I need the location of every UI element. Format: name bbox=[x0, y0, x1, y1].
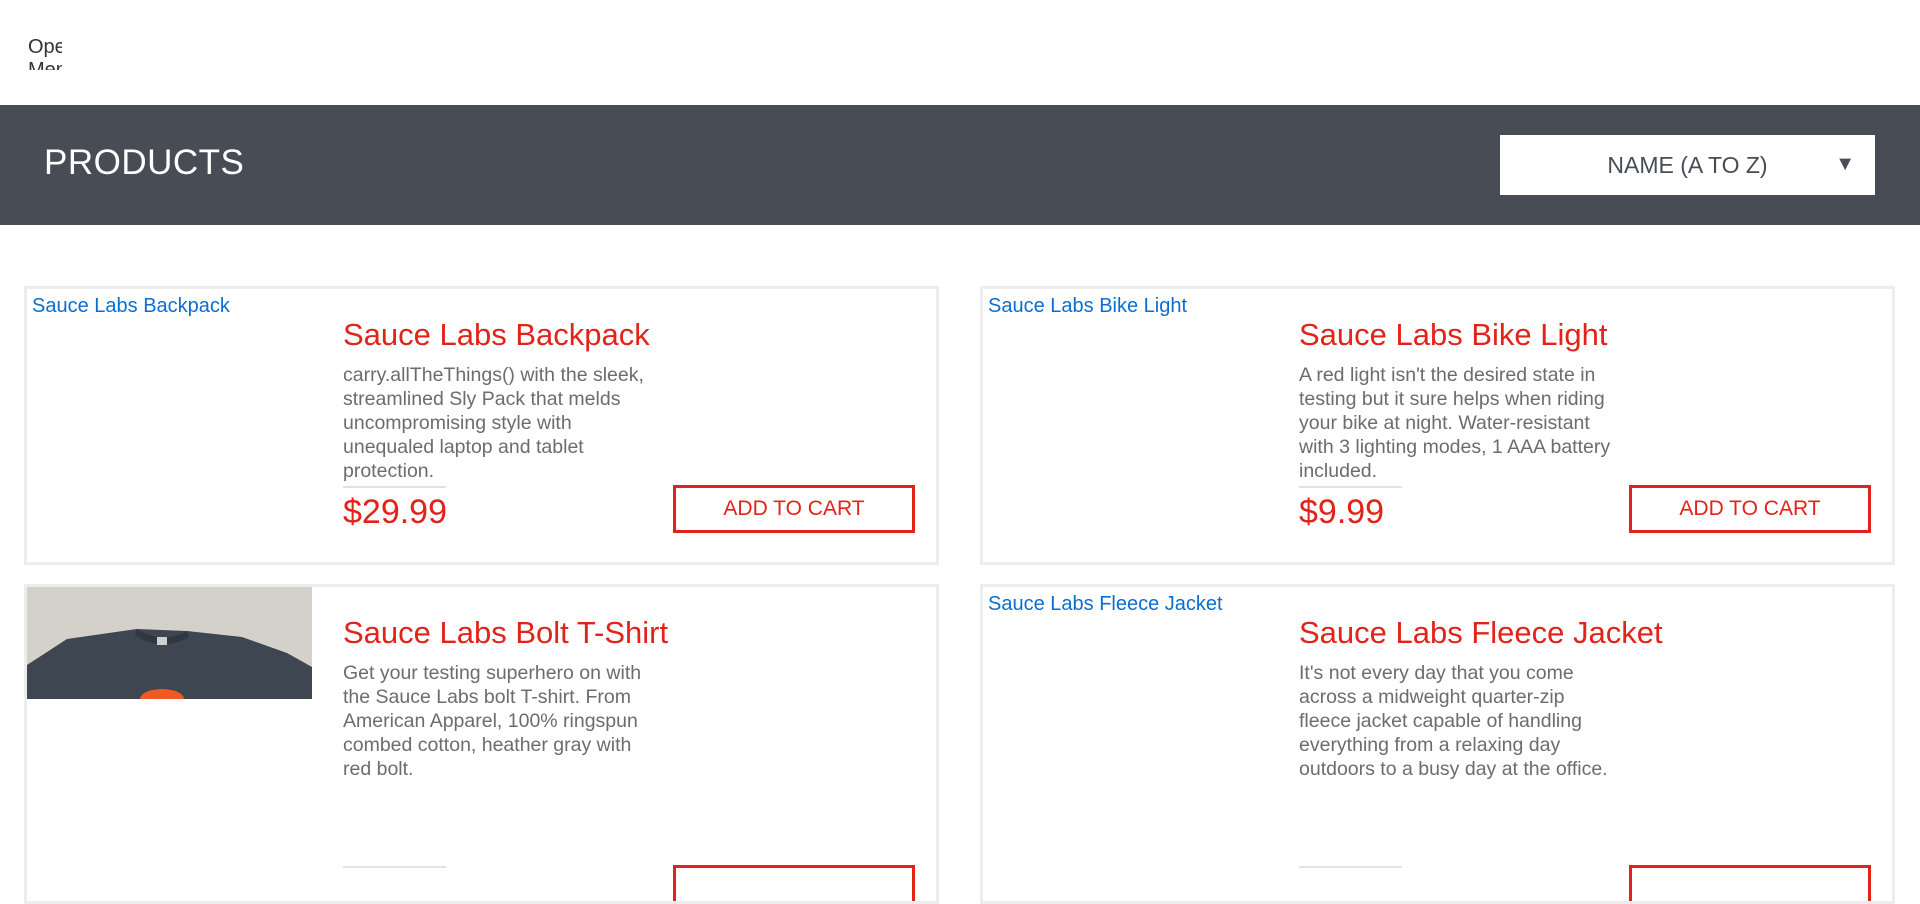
product-card: Sauce Labs Fleece Jacket Sauce Labs Flee… bbox=[980, 584, 1895, 904]
sort-selected-value: NAME (A TO Z) bbox=[1607, 152, 1768, 178]
products-header: PRODUCTS NAME (A TO Z) ▼ bbox=[0, 105, 1920, 225]
open-menu-button[interactable]: Open Menu bbox=[28, 36, 62, 70]
price-divider bbox=[343, 486, 446, 488]
product-description: carry.allTheThings() with the sleek, str… bbox=[343, 364, 644, 482]
top-bar: Open Menu bbox=[0, 0, 1920, 105]
product-description: A red light isn't the desired state in t… bbox=[1299, 364, 1611, 482]
product-name[interactable]: Sauce Labs Backpack bbox=[343, 317, 650, 353]
add-to-cart-button[interactable]: ADD TO CART bbox=[673, 485, 915, 533]
product-grid: Sauce Labs Backpack Sauce Labs Backpack … bbox=[0, 225, 1920, 904]
tshirt-image bbox=[27, 587, 312, 699]
price-divider bbox=[1299, 866, 1402, 868]
price-divider bbox=[1299, 486, 1402, 488]
product-image-link[interactable]: Sauce Labs Backpack bbox=[32, 295, 230, 318]
sort-dropdown[interactable]: NAME (A TO Z) ▼ bbox=[1500, 135, 1875, 195]
product-description: It's not every day that you come across … bbox=[1299, 662, 1608, 780]
add-to-cart-button[interactable]: ADD TO CART bbox=[1629, 485, 1871, 533]
open-menu-label: Open Menu bbox=[28, 36, 62, 70]
add-to-cart-button[interactable] bbox=[1629, 865, 1871, 901]
product-price: $29.99 bbox=[343, 493, 447, 531]
price-divider bbox=[343, 866, 446, 868]
product-name[interactable]: Sauce Labs Fleece Jacket bbox=[1299, 615, 1663, 651]
product-price: $9.99 bbox=[1299, 493, 1385, 531]
add-to-cart-button[interactable] bbox=[673, 865, 915, 901]
product-name[interactable]: Sauce Labs Bolt T-Shirt bbox=[343, 615, 668, 651]
product-description: Get your testing superhero on with the S… bbox=[343, 662, 642, 780]
chevron-down-icon: ▼ bbox=[1835, 153, 1855, 175]
product-image-link[interactable]: Sauce Labs Bike Light bbox=[988, 295, 1187, 318]
product-image[interactable] bbox=[27, 587, 312, 699]
page-title: PRODUCTS bbox=[44, 143, 245, 182]
product-image-link[interactable]: Sauce Labs Fleece Jacket bbox=[988, 593, 1223, 616]
product-card: Sauce Labs Backpack Sauce Labs Backpack … bbox=[24, 286, 939, 565]
product-name[interactable]: Sauce Labs Bike Light bbox=[1299, 317, 1608, 353]
product-card: Sauce Labs Bike Light Sauce Labs Bike Li… bbox=[980, 286, 1895, 565]
product-card: Sauce Labs Bolt T-Shirt Get your testing… bbox=[24, 584, 939, 904]
